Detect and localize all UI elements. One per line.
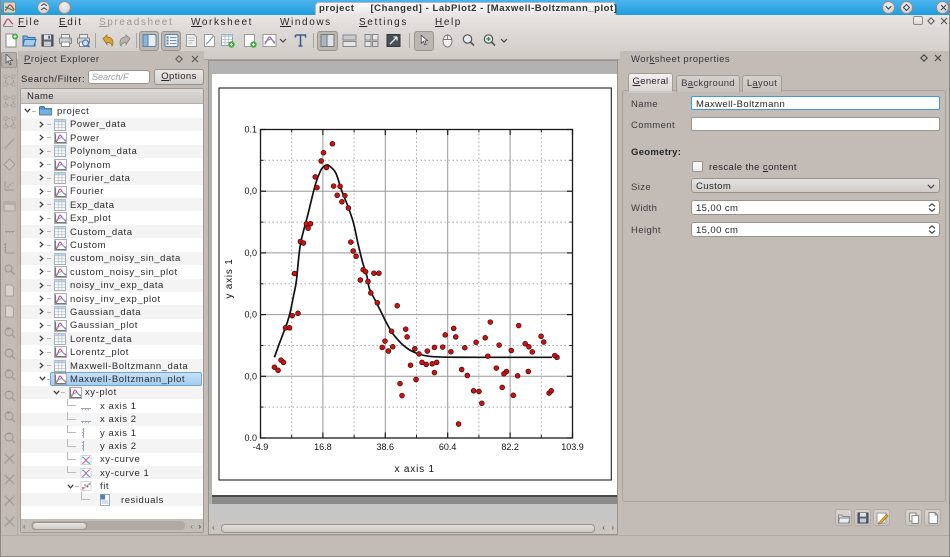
svg-text:103.9: 103.9: [561, 442, 584, 452]
svg-text:82.2: 82.2: [501, 442, 519, 452]
svg-text:38.6: 38.6: [377, 442, 395, 452]
svg-text:x axis 1: x axis 1: [395, 464, 435, 475]
svg-text:60.4: 60.4: [439, 442, 457, 452]
svg-text:0.0: 0.0: [244, 433, 257, 443]
svg-text:0,0: 0,0: [244, 248, 257, 258]
svg-text:-4.9: -4.9: [253, 442, 269, 452]
svg-text:0,0: 0,0: [244, 371, 257, 381]
svg-text:y axis 1: y axis 1: [224, 258, 235, 298]
svg-text:16.8: 16.8: [314, 442, 332, 452]
svg-text:0,0: 0,0: [244, 310, 257, 320]
svg-text:0.1: 0.1: [244, 125, 257, 135]
svg-text:0,0: 0,0: [244, 186, 257, 196]
